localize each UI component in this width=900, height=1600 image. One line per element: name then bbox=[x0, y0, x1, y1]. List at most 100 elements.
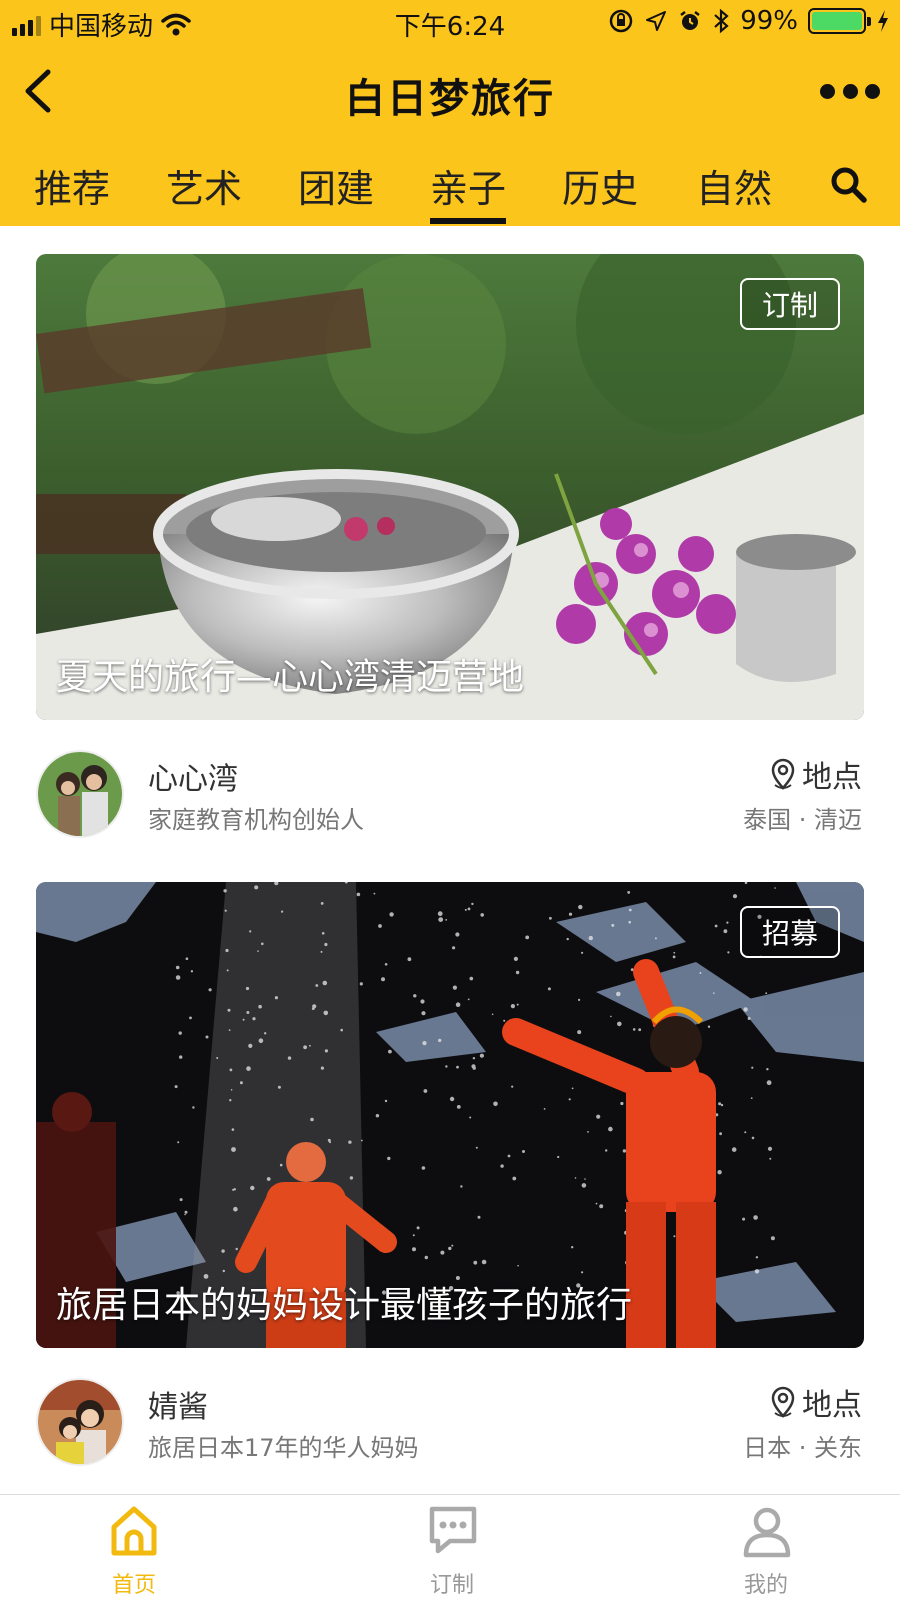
user-icon bbox=[743, 1507, 791, 1558]
snow-flake bbox=[322, 980, 328, 986]
snow-flake bbox=[766, 1080, 772, 1086]
snow-flake bbox=[309, 1044, 311, 1047]
snow-flake bbox=[753, 1215, 758, 1220]
more-button[interactable] bbox=[820, 74, 880, 108]
snow-flake bbox=[480, 913, 485, 917]
snow-flake bbox=[239, 1081, 243, 1085]
snow-flake bbox=[754, 1269, 760, 1274]
tab-art[interactable]: 艺术 bbox=[166, 158, 242, 226]
trip-card[interactable]: 招募 旅居日本的妈妈设计最懂孩子的旅行 婧酱 旅居日本17年的华人妈妈 地点 日… bbox=[36, 882, 864, 1472]
snow-flake bbox=[320, 950, 323, 953]
snow-flake bbox=[765, 992, 768, 995]
snow-flake bbox=[557, 1155, 560, 1159]
snow-flake bbox=[747, 1017, 751, 1020]
snow-flake bbox=[578, 998, 581, 1001]
snow-flake bbox=[543, 1108, 546, 1110]
snow-flake bbox=[438, 1038, 442, 1043]
snow-flake bbox=[229, 1099, 232, 1102]
snow-flake bbox=[500, 1164, 504, 1168]
customize-tag: 订制 bbox=[739, 278, 840, 330]
snow-flake bbox=[571, 1246, 574, 1249]
snow-flake bbox=[424, 1255, 428, 1260]
snow-flake bbox=[581, 1271, 584, 1274]
tabbar-me[interactable]: 我的 bbox=[696, 1495, 836, 1600]
tab-recommend[interactable]: 推荐 bbox=[34, 158, 110, 226]
snow-flake bbox=[654, 937, 657, 940]
chat-bubble-icon bbox=[429, 1506, 477, 1554]
snow-flake bbox=[608, 1126, 613, 1132]
location-label-text: 地点 bbox=[802, 760, 862, 795]
snow-flake bbox=[216, 1057, 219, 1059]
trip-card[interactable]: 订制 夏天的旅行—心心湾清迈营地 心心湾 家庭教育机构创始人 地点 泰国 · 清… bbox=[36, 254, 864, 844]
snow-flake bbox=[718, 1102, 722, 1106]
snow-flake bbox=[510, 1004, 515, 1009]
snow-flake bbox=[522, 1150, 525, 1153]
snow-flake bbox=[731, 1147, 737, 1152]
snow-flake bbox=[503, 1019, 506, 1022]
location-pin-icon bbox=[771, 1386, 795, 1418]
snow-flake bbox=[481, 1259, 487, 1265]
author-name: 心心湾 bbox=[148, 762, 238, 797]
snow-flake bbox=[774, 887, 776, 889]
snow-flake bbox=[707, 1025, 711, 1028]
avatar[interactable] bbox=[36, 1378, 124, 1466]
trip-meta: 婧酱 旅居日本17年的华人妈妈 地点 日本 · 关东 bbox=[36, 1362, 864, 1472]
trip-cover-image[interactable]: 订制 夏天的旅行—心心湾清迈营地 bbox=[36, 254, 864, 720]
snow-flake bbox=[549, 916, 552, 920]
page-title: 白日梦旅行 bbox=[345, 76, 555, 122]
snow-flake bbox=[175, 975, 181, 980]
snow-flake bbox=[315, 984, 319, 987]
tab-team-building[interactable]: 团建 bbox=[298, 158, 374, 226]
snow-flake bbox=[512, 1176, 517, 1181]
snow-flake bbox=[407, 957, 412, 962]
trip-cover-image[interactable]: 招募 旅居日本的妈妈设计最懂孩子的旅行 bbox=[36, 882, 864, 1348]
snow-flake bbox=[577, 1030, 582, 1035]
tab-history[interactable]: 历史 bbox=[562, 158, 638, 226]
snow-flake bbox=[517, 1264, 519, 1267]
snow-flake bbox=[184, 1213, 186, 1216]
snow-flake bbox=[493, 1101, 498, 1107]
snow-flake bbox=[235, 1247, 238, 1251]
snow-flake bbox=[452, 985, 457, 990]
snow-flake bbox=[467, 998, 470, 1001]
snow-flake bbox=[387, 1156, 391, 1161]
snow-flake bbox=[233, 1188, 236, 1191]
snow-flake bbox=[277, 1085, 281, 1089]
snow-flake bbox=[742, 1217, 746, 1221]
snow-flake bbox=[610, 1015, 612, 1018]
avatar[interactable] bbox=[36, 750, 124, 838]
snow-flake bbox=[329, 1141, 331, 1144]
snow-flake bbox=[373, 892, 376, 895]
snow-flake bbox=[632, 1028, 636, 1031]
snow-flake bbox=[448, 1246, 452, 1251]
snow-flake bbox=[266, 1177, 271, 1181]
snow-flake bbox=[320, 1066, 324, 1070]
snow-flake bbox=[473, 1260, 478, 1265]
snow-flake bbox=[568, 1098, 571, 1101]
search-button[interactable] bbox=[828, 164, 870, 206]
snow-flake bbox=[628, 920, 631, 924]
snow-flake bbox=[511, 1085, 514, 1088]
snow-flake bbox=[384, 1099, 388, 1103]
tabbar-customize[interactable]: 订制 bbox=[382, 1495, 522, 1600]
snow-flake bbox=[412, 1234, 415, 1237]
snow-flake bbox=[261, 942, 264, 946]
snow-flake bbox=[719, 1132, 722, 1136]
snow-flake bbox=[381, 977, 385, 982]
snow-flake bbox=[224, 909, 227, 912]
snow-flake bbox=[258, 1004, 262, 1009]
location-value: 日本 · 关东 bbox=[743, 1434, 862, 1462]
snow-flake bbox=[638, 1028, 642, 1032]
snow-flake bbox=[279, 1163, 283, 1167]
snow-flake bbox=[574, 1177, 577, 1179]
location-label: 地点 bbox=[770, 1380, 862, 1424]
snow-flake bbox=[310, 1117, 314, 1122]
tab-nature[interactable]: 自然 bbox=[696, 158, 772, 226]
tab-family[interactable]: 亲子 bbox=[430, 158, 507, 226]
snow-flake bbox=[311, 1007, 315, 1010]
snow-flake bbox=[208, 988, 212, 992]
snow-flake bbox=[743, 1007, 748, 1012]
tabbar-home[interactable]: 首页 bbox=[64, 1495, 204, 1600]
snow-flake bbox=[178, 1031, 182, 1035]
snow-flake bbox=[717, 1170, 722, 1175]
